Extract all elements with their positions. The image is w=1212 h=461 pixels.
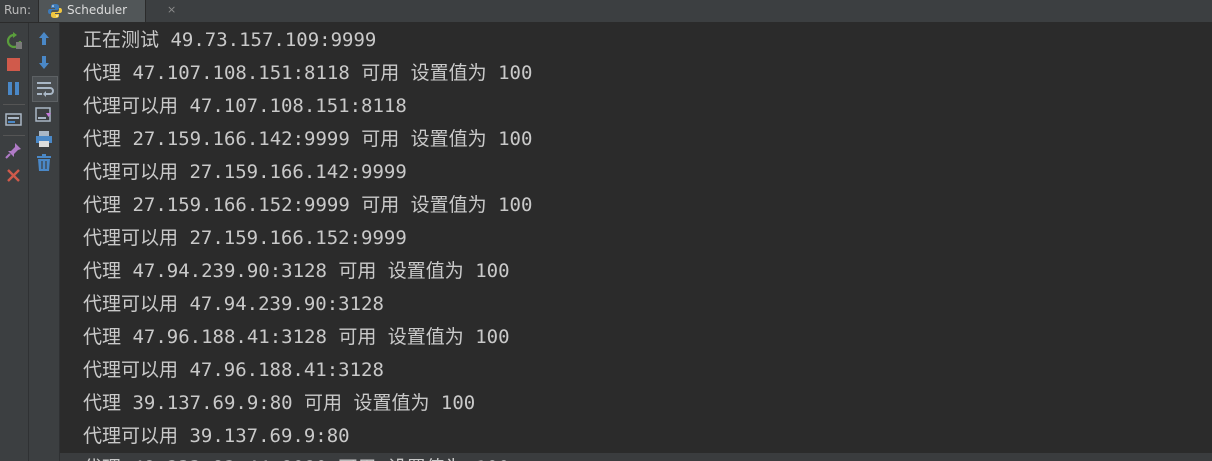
console-line: 代理可以用 27.159.166.152:9999 [83,227,407,249]
console-line: 代理 39.137.69.9:80 可用 设置值为 100 [83,392,476,414]
clear-all-button[interactable] [34,153,54,173]
run-toolbar-right [29,23,60,461]
print-button[interactable] [34,129,54,149]
console-line: 正在测试 49.73.157.109:9999 [83,29,377,51]
rerun-button[interactable] [4,31,24,51]
soft-wrap-button[interactable] [32,76,58,102]
tab-label: Scheduler [67,3,128,17]
console-line: 代理 27.159.166.142:9999 可用 设置值为 100 [83,128,533,150]
next-occurrence-button[interactable] [34,53,54,73]
previous-occurrence-button[interactable] [34,29,54,49]
close-icon [7,169,20,182]
console-line: 代理可以用 39.137.69.9:80 [83,425,350,447]
close-tab-icon[interactable]: × [167,3,176,16]
soft-wrap-icon [37,82,54,97]
pin-button[interactable] [4,141,24,161]
run-tab-bar: Run: Scheduler × [0,0,1212,23]
close-button[interactable] [4,166,24,186]
toolbar-separator [3,104,25,105]
pause-button[interactable] [4,79,24,99]
console-line: 代理 47.96.188.41:3128 可用 设置值为 100 [83,326,510,348]
console-line: 代理 27.159.166.152:9999 可用 设置值为 100 [83,194,533,216]
layout-icon [5,113,22,126]
console-line: 代理可以用 47.96.188.41:3128 [83,359,384,381]
console-line: 代理可以用 47.94.239.90:3128 [83,293,384,315]
console-line-partial: 代理 49.233.92.44:8080 可用 设置值为 100 [60,453,1212,461]
restore-layout-button[interactable] [4,110,24,130]
stop-button[interactable] [4,55,24,75]
console-line: 代理可以用 47.107.108.151:8118 [83,95,407,117]
pause-icon [8,82,19,95]
python-icon [47,3,63,19]
console-output[interactable]: 正在测试 49.73.157.109:9999 代理 47.107.108.15… [60,23,1212,461]
console-line: 代理 47.107.108.151:8118 可用 设置值为 100 [83,62,533,84]
print-icon [36,131,52,147]
tab-scheduler[interactable]: Scheduler × [38,0,176,22]
rerun-icon [6,32,22,49]
scroll-to-end-icon [35,107,51,122]
scroll-to-end-button[interactable] [34,105,54,125]
down-arrow-icon [39,56,49,69]
pin-icon [5,143,21,159]
stop-icon [7,58,20,71]
run-toolbar-left [0,23,29,461]
trash-icon [37,154,51,171]
console-line: 代理 47.94.239.90:3128 可用 设置值为 100 [83,260,510,282]
console-line: 代理可以用 27.159.166.142:9999 [83,161,407,183]
run-window: Run: Scheduler × 正在测试 49.73.157.109:9999… [0,0,1212,461]
run-label: Run: [4,3,32,17]
toolbar-separator [3,135,25,136]
up-arrow-icon [39,32,49,45]
